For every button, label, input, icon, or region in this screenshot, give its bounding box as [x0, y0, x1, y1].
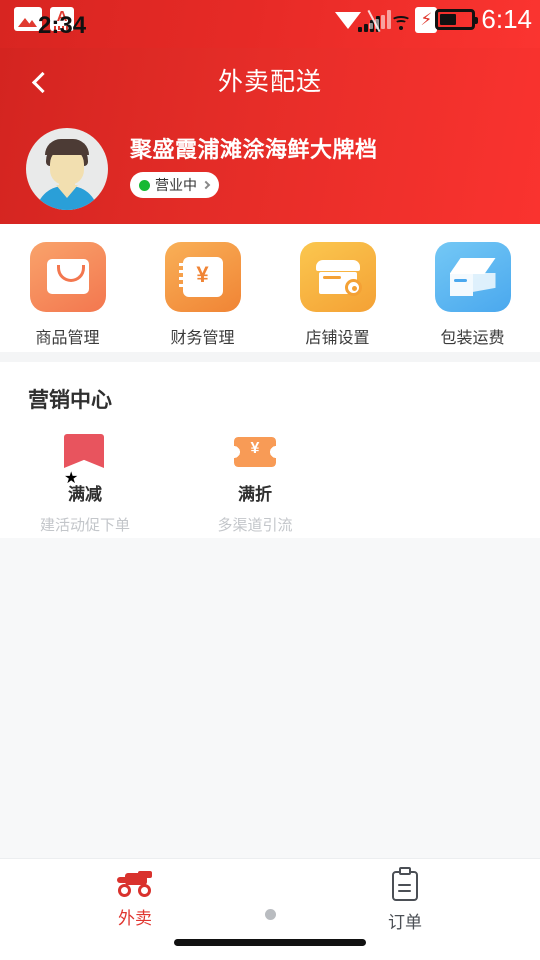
- yen-ledger-icon: ¥: [164, 242, 241, 312]
- status-time-white: 6:14: [481, 4, 532, 34]
- marketing-item-desc: 建活动促下单: [39, 517, 130, 534]
- quick-action-finance[interactable]: ¥ 财务管理: [135, 242, 270, 348]
- tab-list: 外卖 订单: [0, 859, 540, 937]
- marketing-card: 营销中心 ★ 满减 建活动促下单 ¥ 满折 多渠道引流: [0, 362, 540, 538]
- marketing-title: 营销中心: [28, 389, 112, 412]
- status-bar-right: ⚡ 6:14: [335, 4, 532, 35]
- yen-ticket-icon: ¥: [234, 434, 276, 468]
- quick-actions-card: 商品管理 ¥ 财务管理 店铺设置 包装运费: [0, 224, 540, 352]
- wifi-icon: [335, 10, 362, 29]
- shop-avatar[interactable]: [26, 128, 108, 210]
- scooter-icon: [116, 871, 154, 897]
- navigation-bar: 外卖配送: [0, 56, 540, 108]
- quick-action-label: 商品管理: [35, 330, 100, 347]
- tab-label: 外卖: [118, 909, 152, 928]
- marketing-row: ★ 满减 建活动促下单 ¥ 满折 多渠道引流: [0, 434, 540, 535]
- quick-action-label: 店铺设置: [305, 330, 370, 347]
- shop-info: 聚盛霞浦滩涂海鲜大牌档 营业中: [0, 128, 540, 210]
- quick-action-packaging[interactable]: 包装运费: [405, 242, 540, 348]
- clipboard-line: [398, 884, 411, 886]
- quick-actions-row: 商品管理 ¥ 财务管理 店铺设置 包装运费: [0, 224, 540, 348]
- page-indicator-dot: [265, 909, 276, 920]
- gear-shape: [344, 279, 362, 296]
- bag-shape: [46, 259, 89, 294]
- tab-takeout[interactable]: 外卖: [0, 859, 270, 937]
- box-left: [449, 273, 473, 296]
- yen-glyph: ¥: [250, 440, 260, 457]
- shopping-bag-icon: [29, 242, 106, 312]
- star-glyph: ★: [64, 470, 79, 487]
- bookmark-star-icon: ★: [64, 434, 106, 487]
- app-screen: 外卖配送 聚盛霞浦滩涂海鲜大牌档 营业中 商品管理 ¥ 财务管理 店铺设置 包装…: [0, 0, 540, 960]
- bookmark-shape: [64, 434, 104, 468]
- quick-action-shop-settings[interactable]: 店铺设置: [270, 242, 405, 348]
- empty-content-area: [0, 538, 540, 858]
- status-time-black: 2:34: [38, 12, 87, 39]
- box-right: [472, 273, 496, 292]
- marketing-item-full-reduction[interactable]: ★ 满减 建活动促下单: [0, 434, 170, 535]
- wifi-small-icon: [390, 14, 412, 32]
- scooter-wheel-left: [118, 884, 131, 897]
- box-tape: [453, 279, 467, 282]
- quick-action-label: 财务管理: [170, 330, 235, 347]
- marketing-item-desc: 多渠道引流: [217, 517, 293, 534]
- home-indicator[interactable]: [174, 939, 366, 946]
- signal-off-icon: [369, 9, 392, 31]
- store-shape: [315, 260, 362, 296]
- status-bar: A 2:34 ⚡ 6:14: [0, 0, 540, 48]
- tab-label: 订单: [388, 913, 422, 932]
- ledger-shape: ¥: [178, 257, 223, 297]
- shop-status-badge[interactable]: 营业中: [130, 172, 219, 198]
- page-title: 外卖配送: [217, 68, 322, 96]
- shop-status-text: 营业中: [155, 177, 197, 193]
- box-shape: [449, 258, 496, 296]
- yen-glyph: ¥: [196, 262, 209, 287]
- status-dot-icon: [139, 179, 150, 191]
- scooter-box: [138, 871, 152, 878]
- quick-action-goods[interactable]: 商品管理: [0, 242, 135, 348]
- clipboard-icon: [392, 867, 418, 901]
- store-roof: [315, 260, 360, 271]
- quick-action-label: 包装运费: [440, 330, 505, 347]
- clipboard-clip: [399, 867, 411, 875]
- marketing-item-discount[interactable]: ¥ 满折 多渠道引流: [170, 434, 340, 535]
- chevron-right-icon: [201, 180, 211, 190]
- battery-charging-icon: ⚡: [415, 6, 438, 33]
- ticket-shape: ¥: [234, 437, 276, 467]
- tab-orders[interactable]: 订单: [270, 859, 540, 937]
- scooter-wheel-right: [138, 884, 151, 897]
- battery-icon: [435, 9, 479, 30]
- avatar-hair-top: [45, 139, 89, 155]
- shop-name: 聚盛霞浦滩涂海鲜大牌档: [130, 137, 378, 162]
- bottom-tab-bar: 外卖 订单: [0, 858, 540, 960]
- clipboard-line: [398, 890, 411, 892]
- store-gear-icon: [299, 242, 376, 312]
- section-divider: [0, 352, 540, 362]
- box-top: [449, 258, 496, 274]
- package-box-icon: [434, 242, 511, 312]
- marketing-item-name: 满折: [238, 485, 272, 504]
